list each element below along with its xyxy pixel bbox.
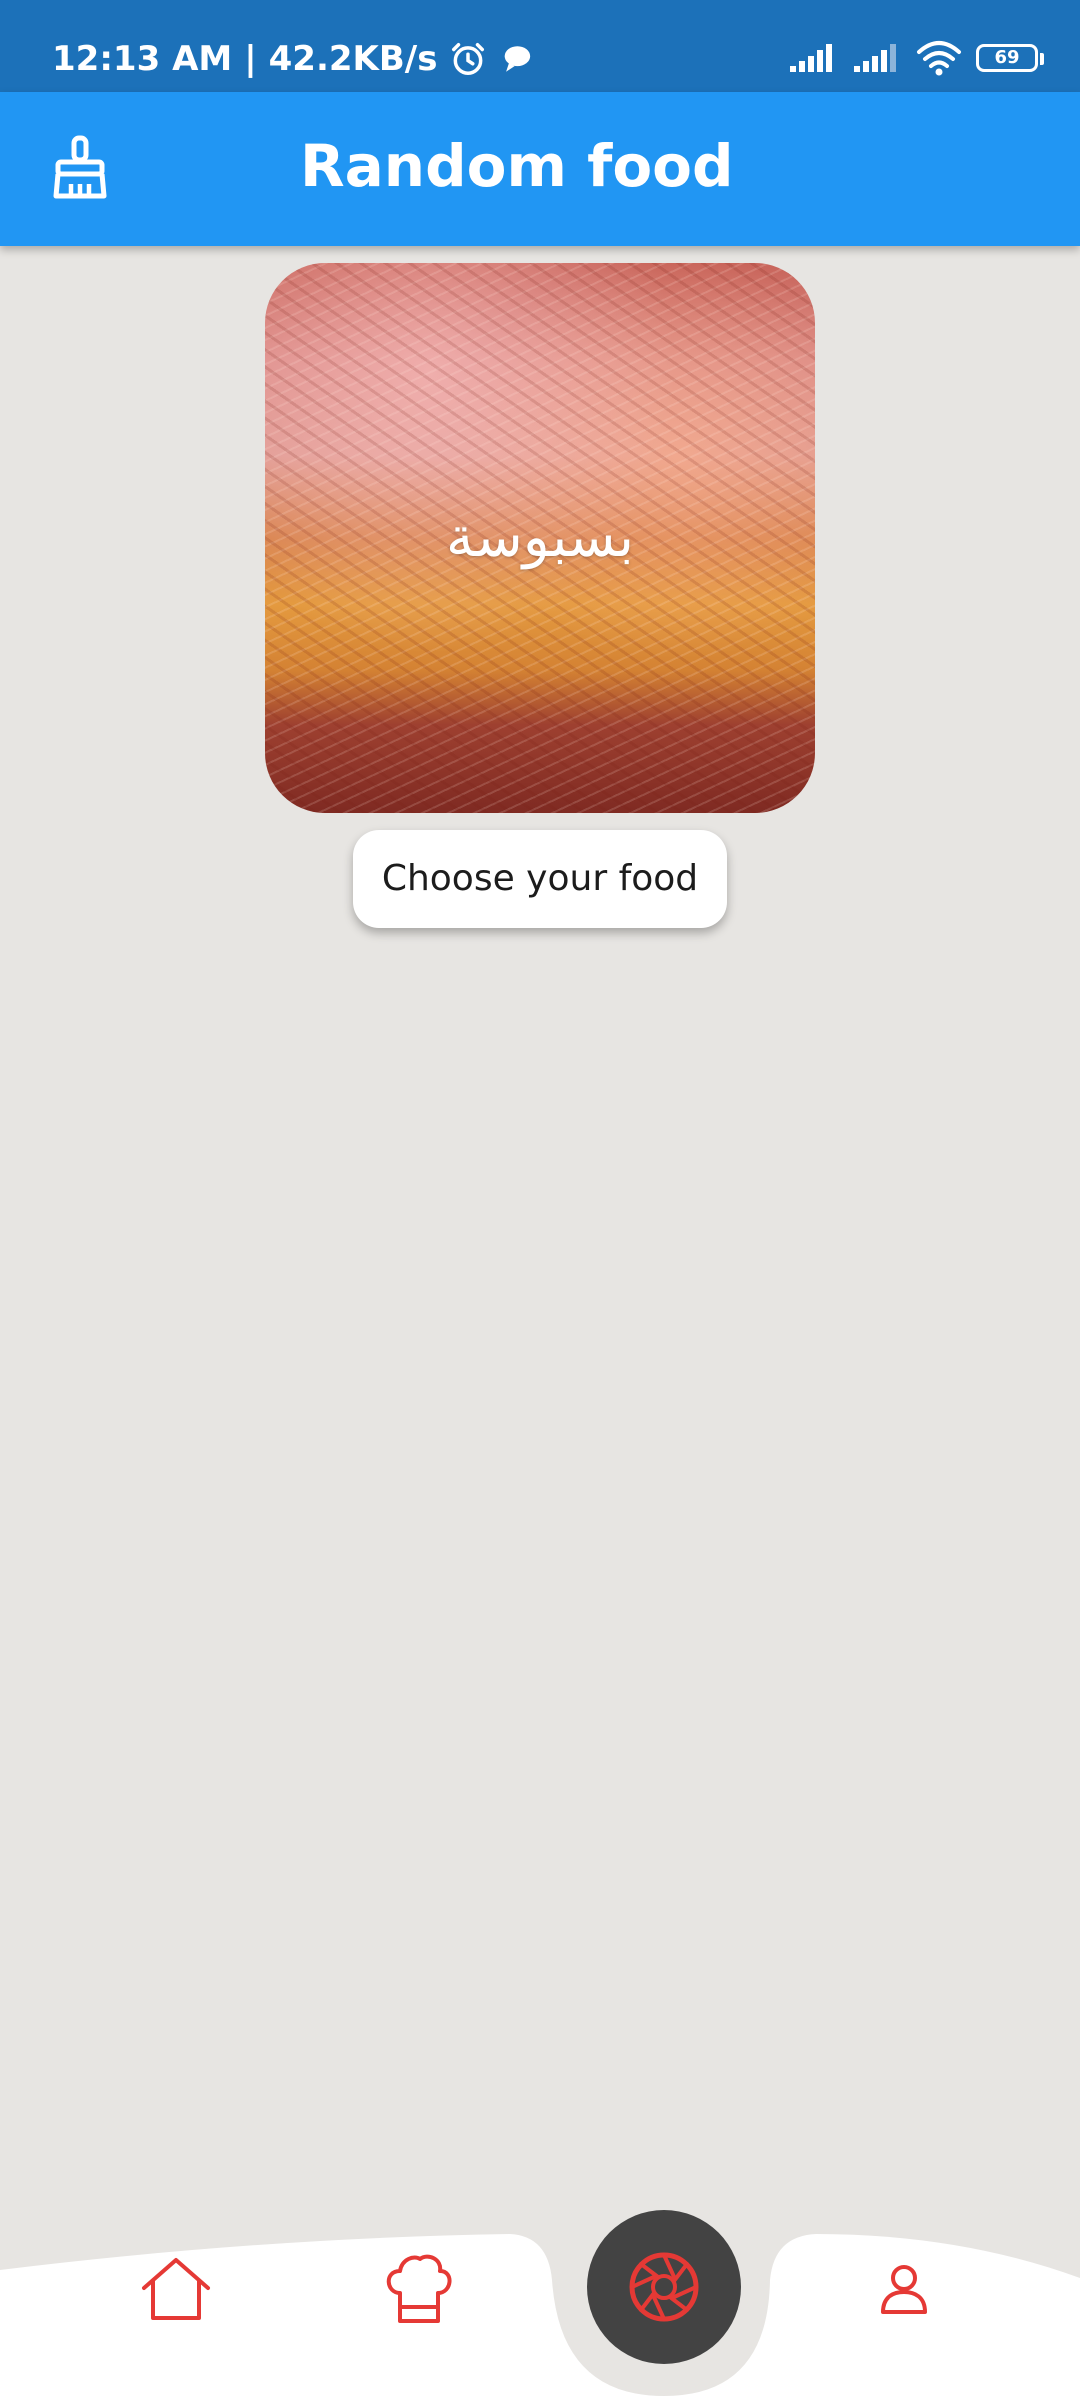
signal-icon <box>854 44 896 72</box>
battery-level: 69 <box>994 47 1020 68</box>
profile-icon <box>881 2265 927 2314</box>
food-card[interactable]: بسبوسة <box>265 263 815 813</box>
chef-hat-icon <box>386 2254 452 2323</box>
status-separator: | <box>244 39 257 79</box>
page-title: Random food <box>300 132 734 200</box>
chat-icon <box>505 46 531 72</box>
alarm-icon <box>452 43 485 75</box>
status-time: 12:13 AM <box>52 39 233 79</box>
nav-profile[interactable] <box>859 2244 949 2334</box>
brush-icon <box>53 135 107 199</box>
status-left: 12:13 AM | 42.2KB/s <box>52 36 533 82</box>
status-right: 69 <box>788 40 1044 76</box>
bottom-navigation <box>0 2200 1080 2400</box>
network-speed: 42.2KB/s <box>268 39 438 79</box>
status-bar: 12:13 AM | 42.2KB/s 69 <box>0 0 1080 92</box>
app-bar: Random food <box>0 92 1080 246</box>
clean-button[interactable] <box>44 132 116 204</box>
signal-icon <box>790 44 832 72</box>
nav-recipes[interactable] <box>373 2244 463 2334</box>
random-food-button[interactable] <box>587 2210 741 2364</box>
food-name: بسبوسة <box>445 505 635 570</box>
nav-home[interactable] <box>131 2244 221 2334</box>
choose-food-button[interactable]: Choose your food <box>353 830 727 928</box>
wifi-icon <box>917 41 961 76</box>
battery-icon: 69 <box>976 44 1044 72</box>
shutter-icon <box>629 2252 699 2322</box>
home-icon <box>142 2258 210 2320</box>
